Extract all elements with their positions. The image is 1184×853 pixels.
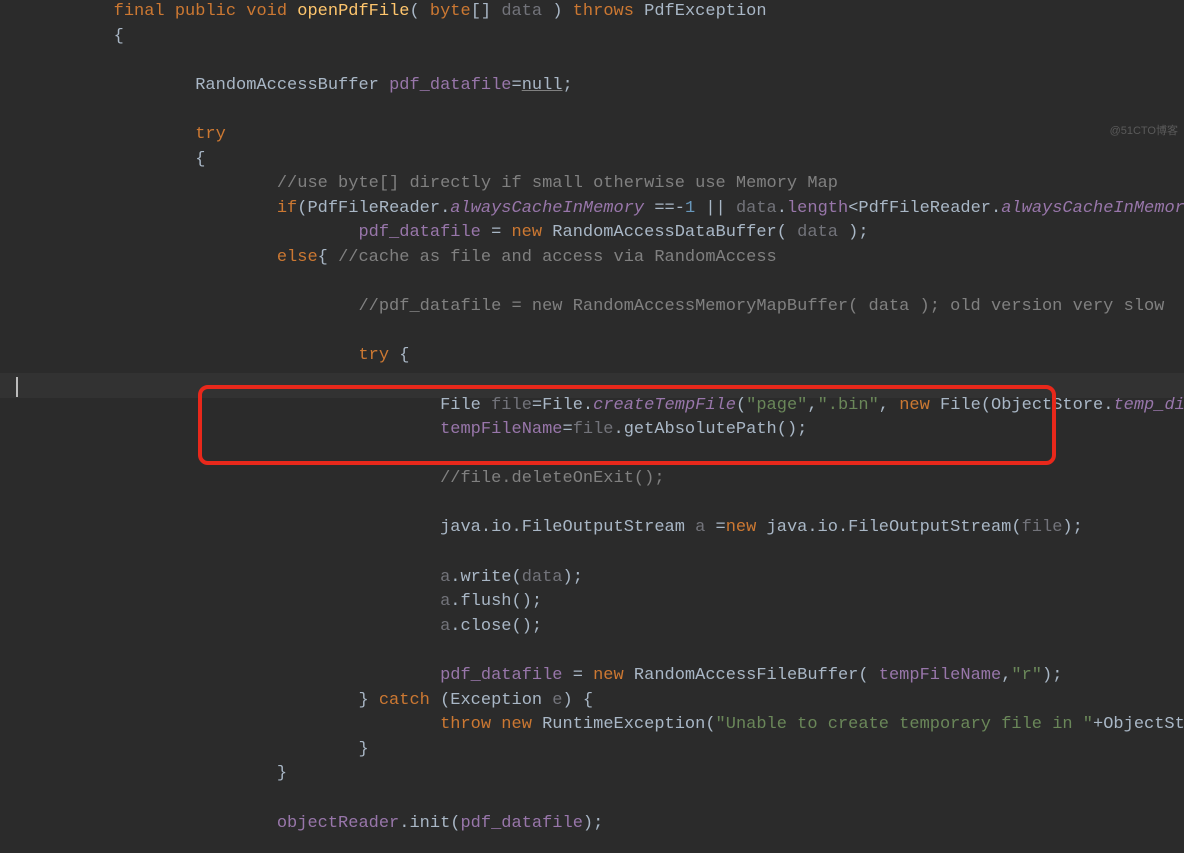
code-line[interactable]: java.io.FileOutputStream a =new java.io.… (32, 516, 1184, 541)
code-line[interactable]: objectReader.init(pdf_datafile); (32, 812, 1184, 837)
code-line[interactable]: } catch (Exception e) { (32, 689, 1184, 714)
code-line[interactable]: { (32, 25, 1184, 50)
code-line[interactable] (32, 787, 1184, 812)
code-line[interactable]: tempFileName=file.getAbsolutePath(); (32, 418, 1184, 443)
code-line[interactable]: pdf_datafile = new RandomAccessFileBuffe… (32, 664, 1184, 689)
code-line[interactable] (32, 541, 1184, 566)
code-line[interactable]: try { (32, 344, 1184, 369)
code-line[interactable]: final public void openPdfFile( byte[] da… (32, 0, 1184, 25)
code-line[interactable]: a.flush(); (32, 590, 1184, 615)
code-line[interactable]: File file=File.createTempFile("page",".b… (32, 394, 1184, 419)
code-content[interactable]: final public void openPdfFile( byte[] da… (32, 0, 1184, 836)
code-line[interactable] (32, 49, 1184, 74)
code-line[interactable]: { (32, 148, 1184, 173)
code-line[interactable]: if(PdfFileReader.alwaysCacheInMemory ==-… (32, 197, 1184, 222)
code-line[interactable] (32, 639, 1184, 664)
code-line[interactable]: pdf_datafile = new RandomAccessDataBuffe… (32, 221, 1184, 246)
code-line[interactable]: //use byte[] directly if small otherwise… (32, 172, 1184, 197)
code-line[interactable]: a.write(data); (32, 566, 1184, 591)
code-line[interactable]: //pdf_datafile = new RandomAccessMemoryM… (32, 295, 1184, 320)
code-line[interactable] (32, 98, 1184, 123)
code-line[interactable] (32, 320, 1184, 345)
code-line[interactable] (32, 271, 1184, 296)
code-line[interactable]: //file.deleteOnExit(); (32, 467, 1184, 492)
code-line[interactable]: else{ //cache as file and access via Ran… (32, 246, 1184, 271)
code-line[interactable] (32, 492, 1184, 517)
code-line[interactable] (32, 369, 1184, 394)
code-line[interactable]: RandomAccessBuffer pdf_datafile=null; (32, 74, 1184, 99)
watermark-text: @51CTO博客 (1110, 119, 1178, 144)
code-editor[interactable]: final public void openPdfFile( byte[] da… (0, 0, 1184, 148)
code-line[interactable]: throw new RuntimeException("Unable to cr… (32, 713, 1184, 738)
code-line[interactable]: try (32, 123, 1184, 148)
code-line[interactable]: } (32, 738, 1184, 763)
code-line[interactable]: } (32, 762, 1184, 787)
text-caret (16, 377, 18, 397)
code-line[interactable]: a.close(); (32, 615, 1184, 640)
code-line[interactable] (32, 443, 1184, 468)
